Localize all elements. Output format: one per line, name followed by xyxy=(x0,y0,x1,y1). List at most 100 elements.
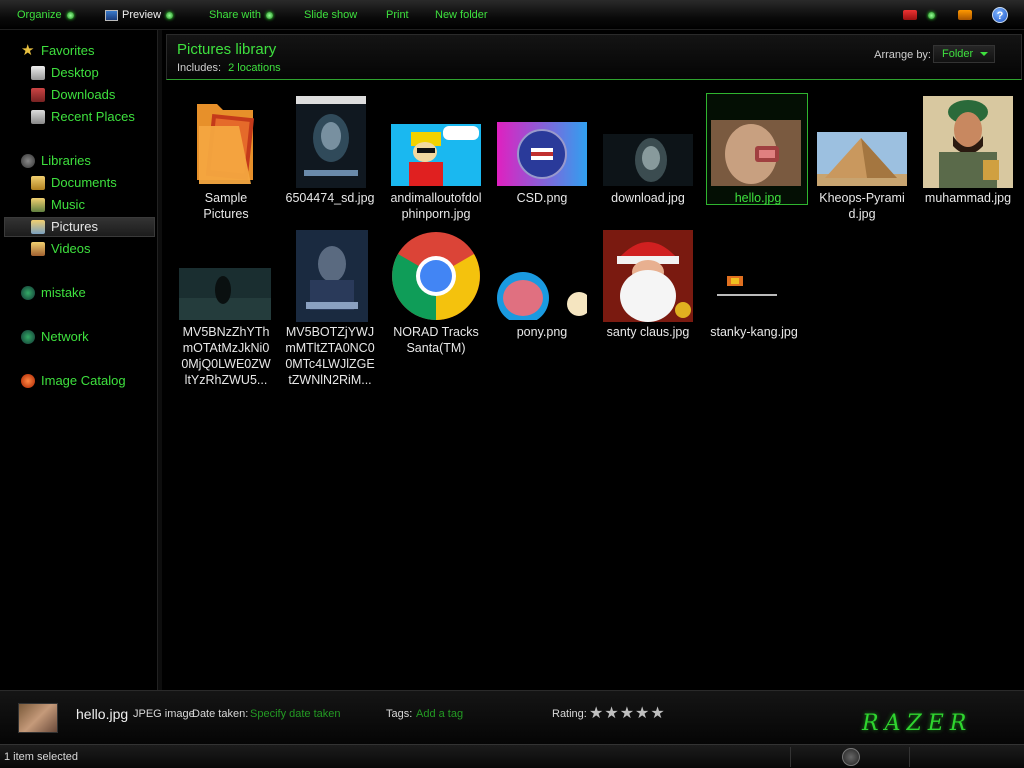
dropdown-dot-icon xyxy=(66,11,74,19)
page-title: Pictures library xyxy=(177,41,277,58)
image-thumbnail xyxy=(391,124,481,186)
file-item-download[interactable]: download.jpg xyxy=(597,94,699,206)
pictures-icon xyxy=(31,220,45,234)
file-label: download.jpg xyxy=(611,191,685,205)
nav-libraries[interactable]: Libraries xyxy=(21,151,91,171)
navigation-pane: ★ Favorites Desktop Downloads Recent Pla… xyxy=(0,30,158,690)
desktop-icon xyxy=(31,66,45,80)
nav-documents[interactable]: Documents xyxy=(31,173,117,193)
file-item-norad-tracks-santa[interactable]: NORAD Tracks Santa(TM) xyxy=(385,228,487,355)
slide-show-button[interactable]: Slide show xyxy=(304,8,357,22)
organize-label: Organize xyxy=(17,9,62,21)
new-folder-button[interactable]: New folder xyxy=(435,8,488,22)
image-catalog-icon xyxy=(21,374,35,388)
library-header: Pictures library Includes: 2 locations A… xyxy=(166,34,1022,80)
nav-desktop[interactable]: Desktop xyxy=(31,63,99,83)
file-item-muhammad[interactable]: muhammad.jpg xyxy=(917,94,1019,206)
file-label: pony.png xyxy=(516,325,568,339)
arrange-by-dropdown[interactable]: Folder xyxy=(933,45,995,63)
image-thumbnail xyxy=(603,134,693,186)
file-view[interactable]: Sample Pictures 6504474_sd.jpg andimallou… xyxy=(162,82,1024,690)
nav-recent-places-label: Recent Places xyxy=(51,109,135,124)
image-thumbnail xyxy=(179,268,271,320)
documents-icon xyxy=(31,176,45,190)
image-thumbnail xyxy=(497,122,587,186)
nav-videos[interactable]: Videos xyxy=(31,239,91,259)
tags-label: Tags: xyxy=(386,708,413,720)
nav-libraries-label: Libraries xyxy=(41,153,91,168)
file-label: Kheops-Pyrami d.jpg xyxy=(819,191,905,221)
selected-file-thumbnail xyxy=(18,703,58,733)
image-thumbnail xyxy=(817,132,907,186)
organize-button[interactable]: Organize xyxy=(17,8,74,22)
share-with-label: Share with xyxy=(209,9,261,21)
command-bar: Organize Preview Share with Slide show P… xyxy=(0,0,1024,30)
selected-file-name: hello.jpg xyxy=(76,706,129,722)
file-label: 6504474_sd.jpg xyxy=(285,191,375,205)
nav-downloads-label: Downloads xyxy=(51,87,116,102)
share-with-button[interactable]: Share with xyxy=(209,8,273,22)
file-item-stanky-kang[interactable]: stanky-kang.jpg xyxy=(703,228,805,340)
image-thumbnail xyxy=(603,230,693,322)
details-pane: hello.jpg JPEG image Date taken: Specify… xyxy=(0,690,1024,744)
help-icon[interactable]: ? xyxy=(992,7,1008,23)
file-item-6504474[interactable]: 6504474_sd.jpg xyxy=(279,94,381,206)
nav-mistake[interactable]: mistake xyxy=(21,283,86,303)
music-icon xyxy=(31,198,45,212)
file-item-mv5botzj[interactable]: MV5BOTZjYWJ mMTltZTA0NC0 0MTc4LWJlZGE tZWNl… xyxy=(279,228,381,387)
file-item-andimalloutofdolphinporn[interactable]: andimalloutofdol phinporn.jpg xyxy=(385,94,487,221)
file-item-pony[interactable]: pony.png xyxy=(491,228,593,340)
nav-network[interactable]: Network xyxy=(21,327,89,347)
file-item-sample-pictures[interactable]: Sample Pictures xyxy=(175,94,277,221)
tags-field[interactable]: Add a tag xyxy=(416,708,463,720)
nav-downloads[interactable]: Downloads xyxy=(31,85,116,105)
nav-music[interactable]: Music xyxy=(31,195,85,215)
image-thumbnail xyxy=(711,120,801,186)
arrange-by-value: Folder xyxy=(942,48,974,60)
nav-documents-label: Documents xyxy=(51,175,117,190)
file-label: Sample Pictures xyxy=(203,191,249,221)
file-item-kheops-pyramid[interactable]: Kheops-Pyrami d.jpg xyxy=(811,94,913,221)
nav-pictures[interactable]: Pictures xyxy=(31,217,98,237)
print-label: Print xyxy=(386,9,409,21)
dropdown-dot-icon xyxy=(166,11,174,19)
new-folder-label: New folder xyxy=(435,9,488,21)
file-item-csd[interactable]: CSD.png xyxy=(491,94,593,206)
date-taken-field[interactable]: Specify date taken xyxy=(250,708,341,720)
file-item-hello[interactable]: hello.jpg xyxy=(706,93,808,205)
nav-desktop-label: Desktop xyxy=(51,65,99,80)
file-label: muhammad.jpg xyxy=(924,191,1012,205)
nav-image-catalog[interactable]: Image Catalog xyxy=(21,371,126,391)
image-thumbnail xyxy=(296,230,368,322)
slide-show-label: Slide show xyxy=(304,9,358,21)
libraries-icon xyxy=(21,154,35,168)
file-label: andimalloutofdol phinporn.jpg xyxy=(390,191,482,221)
image-thumbnail xyxy=(923,96,1013,188)
network-icon xyxy=(21,330,35,344)
image-thumbnail xyxy=(497,254,587,320)
resize-grip-icon[interactable] xyxy=(842,748,860,766)
homegroup-icon xyxy=(21,286,35,300)
file-label: NORAD Tracks Santa(TM) xyxy=(393,325,479,355)
view-options-dot-icon[interactable] xyxy=(928,12,935,19)
selected-file-type: JPEG image xyxy=(133,708,195,720)
locations-link[interactable]: 2 locations xyxy=(228,62,281,74)
rating-label: Rating: xyxy=(552,708,587,720)
nav-favorites[interactable]: ★ Favorites xyxy=(21,41,94,61)
file-item-santy-claus[interactable]: santy claus.jpg xyxy=(597,228,699,340)
file-label: santy claus.jpg xyxy=(606,325,690,339)
file-label: stanky-kang.jpg xyxy=(710,325,798,339)
preview-pane-icon[interactable] xyxy=(958,10,972,20)
nav-mistake-label: mistake xyxy=(41,285,86,300)
file-label: MV5BNzZhYTh mOTAtMzJkNi0 0MjQ0LWE0ZW ltYzRh… xyxy=(181,325,271,387)
preview-button[interactable]: Preview xyxy=(105,8,174,22)
rating-stars[interactable]: ★★★★★ xyxy=(589,703,666,723)
file-item-mv5bnzzh[interactable]: MV5BNzZhYTh mOTAtMzJkNi0 0MjQ0LWE0ZW ltYzRh… xyxy=(175,228,277,387)
change-view-icon[interactable] xyxy=(903,10,917,20)
file-label: MV5BOTZjYWJ mMTltZTA0NC0 0MTc4LWJlZGE tZWNl… xyxy=(285,325,375,387)
nav-pictures-label: Pictures xyxy=(51,219,98,234)
videos-icon xyxy=(31,242,45,256)
image-thumbnail xyxy=(709,268,799,320)
nav-recent-places[interactable]: Recent Places xyxy=(31,107,135,127)
print-button[interactable]: Print xyxy=(386,8,409,22)
